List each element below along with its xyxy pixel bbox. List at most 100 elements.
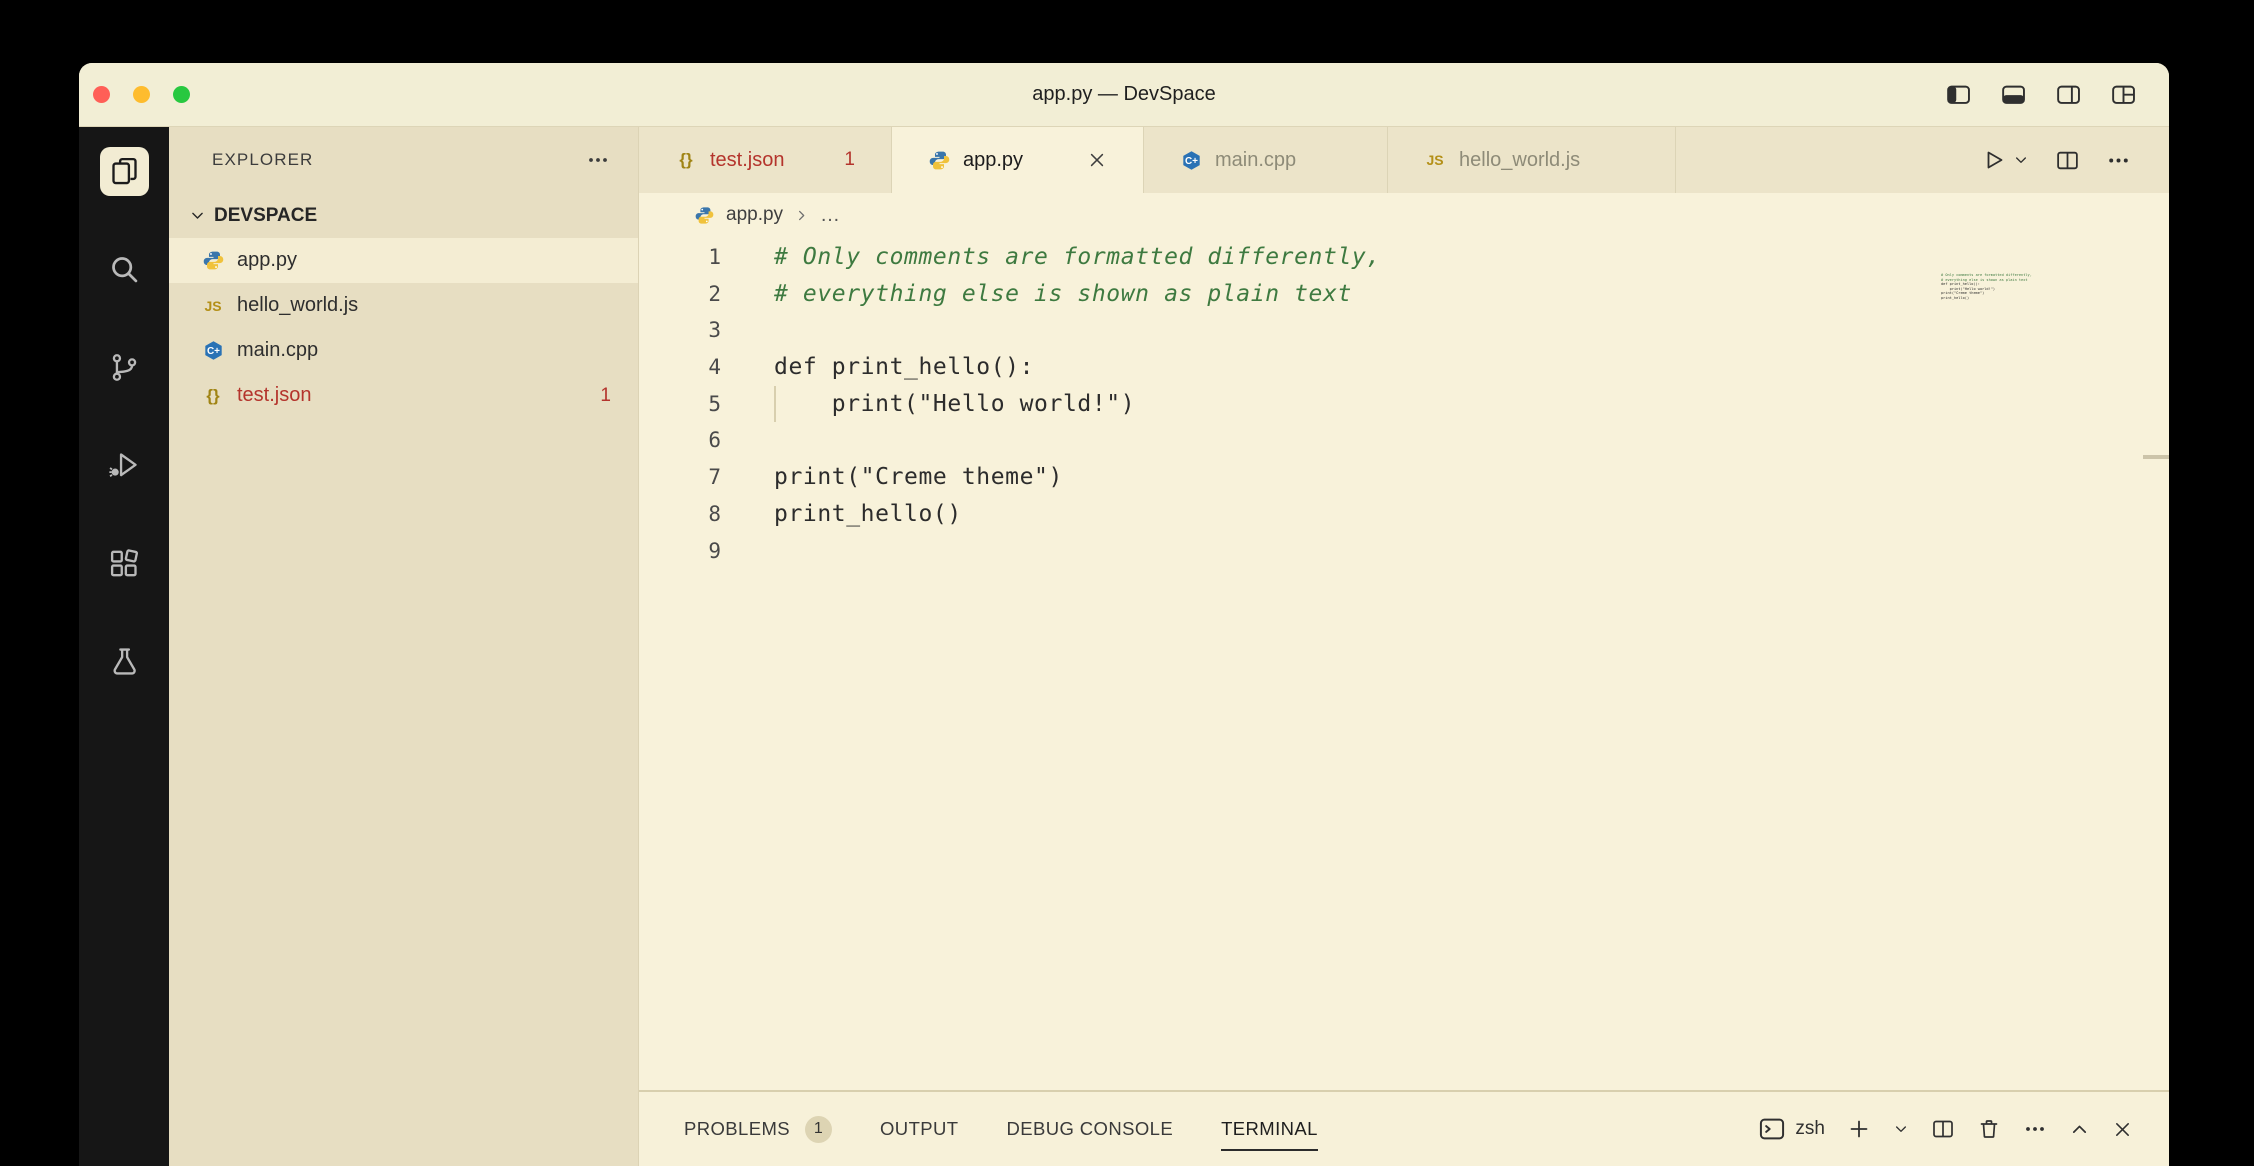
activity-item-testing[interactable] <box>100 637 149 686</box>
line-number[interactable]: 2 <box>639 276 721 313</box>
explorer-sidebar: EXPLORER DEVSPACE app.py JS hello_world.… <box>169 127 639 1166</box>
panel-tab-label: PROBLEMS <box>684 1118 791 1139</box>
tab-label: main.cpp <box>1215 148 1297 171</box>
file-label: hello_world.js <box>237 294 359 316</box>
code-line[interactable]: 1 # Only comments are formatted differen… <box>639 239 2169 276</box>
activity-item-search[interactable] <box>100 245 149 294</box>
panel-tab-label: TERMINAL <box>1221 1118 1318 1139</box>
tab-label: test.json <box>710 148 785 171</box>
editor-more-button[interactable] <box>2106 148 2131 173</box>
explorer-header: EXPLORER <box>169 127 638 193</box>
minimap[interactable]: # Only comments are formatted differentl… <box>1941 273 2051 301</box>
activity-item-extensions[interactable] <box>100 539 149 588</box>
code-line[interactable]: 2 # everything else is shown as plain te… <box>639 276 2169 313</box>
workspace-section-header[interactable]: DEVSPACE <box>169 193 638 238</box>
code-line[interactable]: 9 <box>639 533 2169 570</box>
line-number[interactable]: 5 <box>639 386 721 423</box>
line-number[interactable]: 3 <box>639 312 721 349</box>
json-icon: {} <box>679 150 693 169</box>
zoom-window-button[interactable] <box>173 86 190 103</box>
activity-item-explorer[interactable] <box>99 147 149 196</box>
breadcrumb-collapsed[interactable]: … <box>820 204 840 227</box>
json-icon: {} <box>206 385 220 405</box>
chevron-right-icon <box>794 208 809 223</box>
run-button[interactable] <box>1982 148 2029 172</box>
terminal-profile-dropdown[interactable] <box>1893 1121 1909 1137</box>
terminal-icon <box>1758 1115 1786 1143</box>
breadcrumb-file[interactable]: app.py <box>726 204 783 226</box>
sidebar-item-test-json[interactable]: {} test.json 1 <box>169 373 638 418</box>
tab-app-py[interactable]: app.py <box>892 127 1144 193</box>
activity-item-source-control[interactable] <box>100 343 149 392</box>
close-tab-icon[interactable] <box>1087 150 1107 170</box>
source-control-icon <box>108 351 141 384</box>
line-number[interactable]: 8 <box>639 496 721 533</box>
code-line[interactable]: 3 <box>639 312 2169 349</box>
line-number[interactable]: 9 <box>639 533 721 570</box>
kill-terminal-button[interactable] <box>1977 1117 2001 1141</box>
split-terminal-button[interactable] <box>1931 1117 1955 1141</box>
toggle-left-sidebar-icon[interactable] <box>1945 81 1972 108</box>
line-number[interactable]: 4 <box>639 349 721 386</box>
code-line[interactable]: 5 print("Hello world!") <box>639 386 2169 423</box>
terminal-shell-button[interactable]: zsh <box>1758 1115 1825 1143</box>
chevron-down-icon <box>189 207 206 224</box>
cpp-icon <box>1180 150 1202 171</box>
toggle-right-sidebar-icon[interactable] <box>2055 81 2082 108</box>
panel-tab-terminal[interactable]: TERMINAL <box>1221 1118 1318 1151</box>
python-icon <box>928 150 950 171</box>
code-text: # Only comments are formatted differentl… <box>774 244 1381 270</box>
python-icon <box>693 206 715 225</box>
code-line[interactable]: 7 print("Creme theme") <box>639 459 2169 496</box>
close-window-button[interactable] <box>93 86 110 103</box>
shell-name: zsh <box>1795 1118 1825 1139</box>
ellipsis-icon <box>586 148 610 172</box>
chevron-down-icon[interactable] <box>2013 152 2029 168</box>
code-line[interactable]: 8 print_hello() <box>639 496 2169 533</box>
code-text: # everything else is shown as plain text <box>774 280 1352 307</box>
split-editor-button[interactable] <box>2055 148 2080 173</box>
chevron-down-icon <box>1893 1121 1909 1137</box>
customize-layout-icon[interactable] <box>2110 81 2137 108</box>
code-line[interactable]: 6 <box>639 422 2169 459</box>
maximize-panel-button[interactable] <box>2069 1119 2090 1140</box>
editor-actions <box>1982 127 2169 193</box>
search-icon <box>108 253 141 286</box>
modified-count-badge: 1 <box>844 149 855 170</box>
sidebar-item-main-cpp[interactable]: main.cpp <box>169 328 638 373</box>
tab-hello-world-js[interactable]: JS hello_world.js <box>1388 127 1676 193</box>
code-line[interactable]: 4 def print_hello(): <box>639 349 2169 386</box>
beaker-icon <box>108 645 141 678</box>
editor-group: {} test.json 1 app.py main.cpp JS hello_… <box>639 127 2169 1166</box>
activity-item-run-debug[interactable] <box>100 441 149 490</box>
line-number[interactable]: 6 <box>639 422 721 459</box>
explorer-more-button[interactable] <box>586 148 610 172</box>
code-text: print("Creme theme") <box>774 464 1063 491</box>
tab-test-json[interactable]: {} test.json 1 <box>639 127 892 193</box>
tab-main-cpp[interactable]: main.cpp <box>1144 127 1388 193</box>
sidebar-item-app-py[interactable]: app.py <box>169 238 638 283</box>
panel-tab-problems[interactable]: PROBLEMS 1 <box>684 1115 833 1143</box>
ellipsis-icon <box>2023 1117 2047 1141</box>
window-title: app.py — DevSpace <box>1032 83 1216 105</box>
code-text: print("Hello world!") <box>774 386 1135 423</box>
line-number[interactable]: 1 <box>639 239 721 276</box>
ellipsis-icon <box>2106 148 2131 173</box>
panel-tab-debug-console[interactable]: DEBUG CONSOLE <box>1006 1118 1173 1140</box>
scrollbar-mark[interactable] <box>2143 455 2169 459</box>
toggle-panel-icon[interactable] <box>2000 81 2027 108</box>
tab-label: app.py <box>963 148 1024 171</box>
sidebar-item-hello-world-js[interactable]: JS hello_world.js <box>169 283 638 328</box>
minimize-window-button[interactable] <box>133 86 150 103</box>
code-editor[interactable]: 1 # Only comments are formatted differen… <box>639 237 2169 1090</box>
close-panel-button[interactable] <box>2112 1119 2133 1140</box>
code-text: print_hello() <box>774 500 962 527</box>
titlebar: app.py — DevSpace <box>79 63 2169 127</box>
panel-more-button[interactable] <box>2023 1117 2047 1141</box>
panel-tab-output[interactable]: OUTPUT <box>880 1118 958 1140</box>
app-window: app.py — DevSpace EXPLORER DEVSPACE app.… <box>79 63 2169 1166</box>
bottom-panel: PROBLEMS 1 OUTPUT DEBUG CONSOLE TERMINAL <box>639 1090 2169 1166</box>
line-number[interactable]: 7 <box>639 459 721 496</box>
new-terminal-button[interactable] <box>1847 1117 1871 1141</box>
workspace-name: DEVSPACE <box>214 204 318 226</box>
